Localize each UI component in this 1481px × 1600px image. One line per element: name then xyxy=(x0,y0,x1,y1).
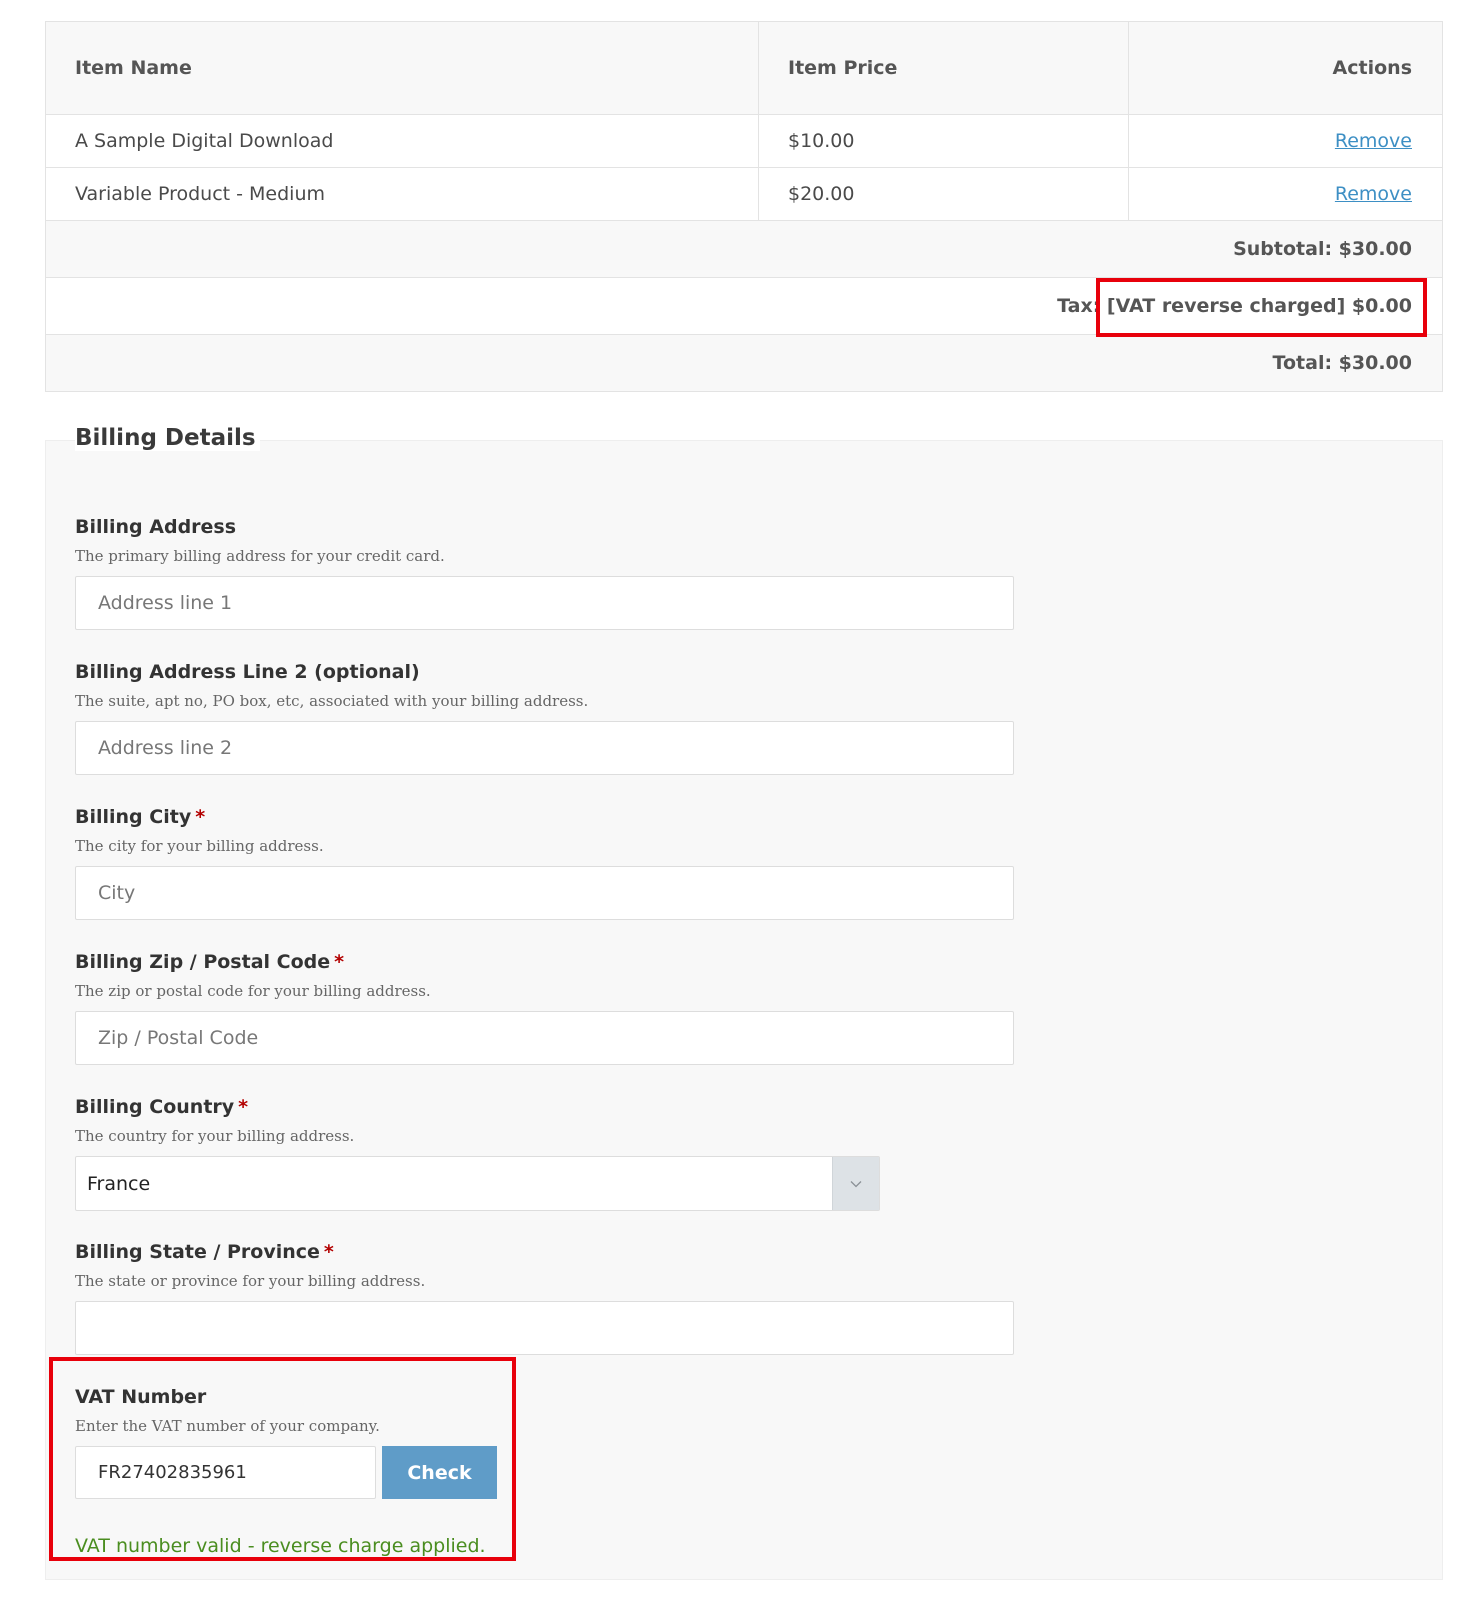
billing-zip-field: Billing Zip / Postal Code * The zip or po… xyxy=(75,951,1015,1065)
total-text: Total: $30.00 xyxy=(1272,352,1412,374)
billing-address-2-description: The suite, apt no, PO box, etc, associat… xyxy=(75,692,589,710)
billing-address-description: The primary billing address for your cre… xyxy=(75,547,445,565)
billing-address-label: Billing Address xyxy=(75,516,237,538)
item-name: A Sample Digital Download xyxy=(75,130,334,152)
zip-input[interactable] xyxy=(75,1011,1014,1065)
subtotal-text: Subtotal: $30.00 xyxy=(1233,238,1412,260)
billing-state-description: The state or province for your billing a… xyxy=(75,1272,426,1290)
billing-zip-label: Billing Zip / Postal Code xyxy=(75,951,331,973)
item-price: $20.00 xyxy=(788,183,855,205)
state-input[interactable] xyxy=(75,1301,1014,1355)
country-select-value: France xyxy=(87,1172,151,1195)
billing-country-field: Billing Country * The country for your bi… xyxy=(75,1096,1015,1211)
item-name: Variable Product - Medium xyxy=(75,183,326,205)
remove-item-link[interactable]: Remove xyxy=(1335,130,1412,152)
city-input[interactable] xyxy=(75,866,1014,920)
cart-item-row: A Sample Digital Download $10.00 Remove xyxy=(46,114,1442,167)
billing-state-label: Billing State / Province xyxy=(75,1241,320,1263)
cart-item-row: Variable Product - Medium $20.00 Remove xyxy=(46,167,1442,220)
required-marker: * xyxy=(323,1241,334,1263)
total-row: Total: $30.00 xyxy=(46,334,1442,391)
billing-state-field: Billing State / Province * The state or p… xyxy=(75,1241,1015,1355)
vat-highlight-box xyxy=(49,1357,516,1561)
remove-item-link[interactable]: Remove xyxy=(1335,183,1412,205)
required-marker: * xyxy=(195,806,206,828)
cart-header-row: Item Name Item Price Actions xyxy=(46,22,1442,114)
required-marker: * xyxy=(334,951,345,973)
tax-highlight-box xyxy=(1096,278,1427,337)
billing-city-field: Billing City * The city for your billing … xyxy=(75,806,1015,920)
country-select[interactable]: France xyxy=(75,1156,880,1211)
billing-country-description: The country for your billing address. xyxy=(75,1127,355,1145)
billing-details-title: Billing Details xyxy=(75,425,260,451)
billing-city-description: The city for your billing address. xyxy=(75,837,324,855)
billing-address-field: Billing Address The primary billing addr… xyxy=(75,516,1015,630)
billing-address-2-label: Billing Address Line 2 (optional) xyxy=(75,661,420,683)
billing-country-label: Billing Country xyxy=(75,1096,235,1118)
header-actions: Actions xyxy=(1332,57,1412,79)
header-item-name: Item Name xyxy=(75,57,192,79)
chevron-down-icon[interactable] xyxy=(832,1157,879,1210)
billing-city-label: Billing City xyxy=(75,806,192,828)
address-line-1-input[interactable] xyxy=(75,576,1014,630)
billing-address-2-field: Billing Address Line 2 (optional) The su… xyxy=(75,661,1015,775)
required-marker: * xyxy=(238,1096,249,1118)
address-line-2-input[interactable] xyxy=(75,721,1014,775)
item-price: $10.00 xyxy=(788,130,855,152)
header-item-price: Item Price xyxy=(788,57,898,79)
subtotal-row: Subtotal: $30.00 xyxy=(46,220,1442,277)
billing-zip-description: The zip or postal code for your billing … xyxy=(75,982,431,1000)
